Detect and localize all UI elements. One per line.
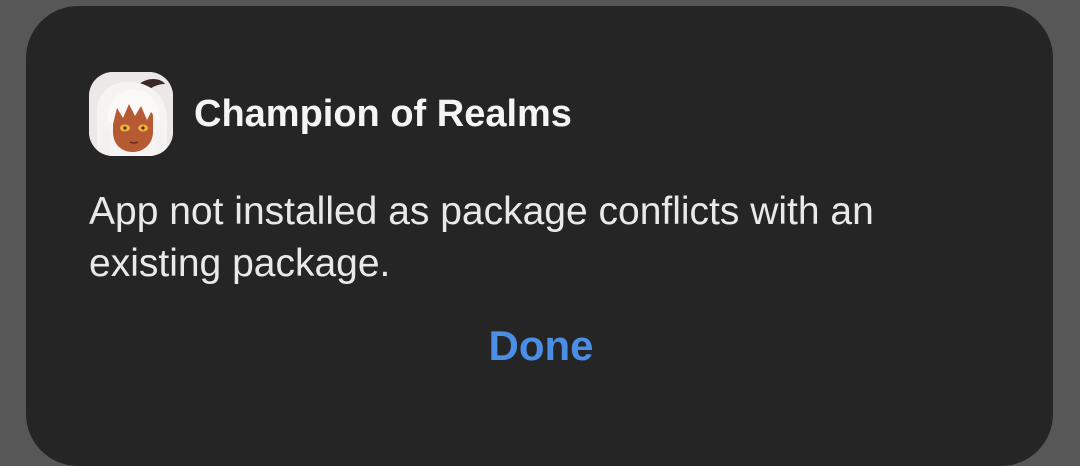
install-error-dialog: Champion of Realms App not installed as … <box>26 6 1053 466</box>
error-message: App not installed as package conflicts w… <box>89 190 874 285</box>
done-button[interactable]: Done <box>466 316 616 376</box>
anime-character-avatar-icon <box>89 72 173 156</box>
app-title: Champion of Realms <box>194 93 572 135</box>
